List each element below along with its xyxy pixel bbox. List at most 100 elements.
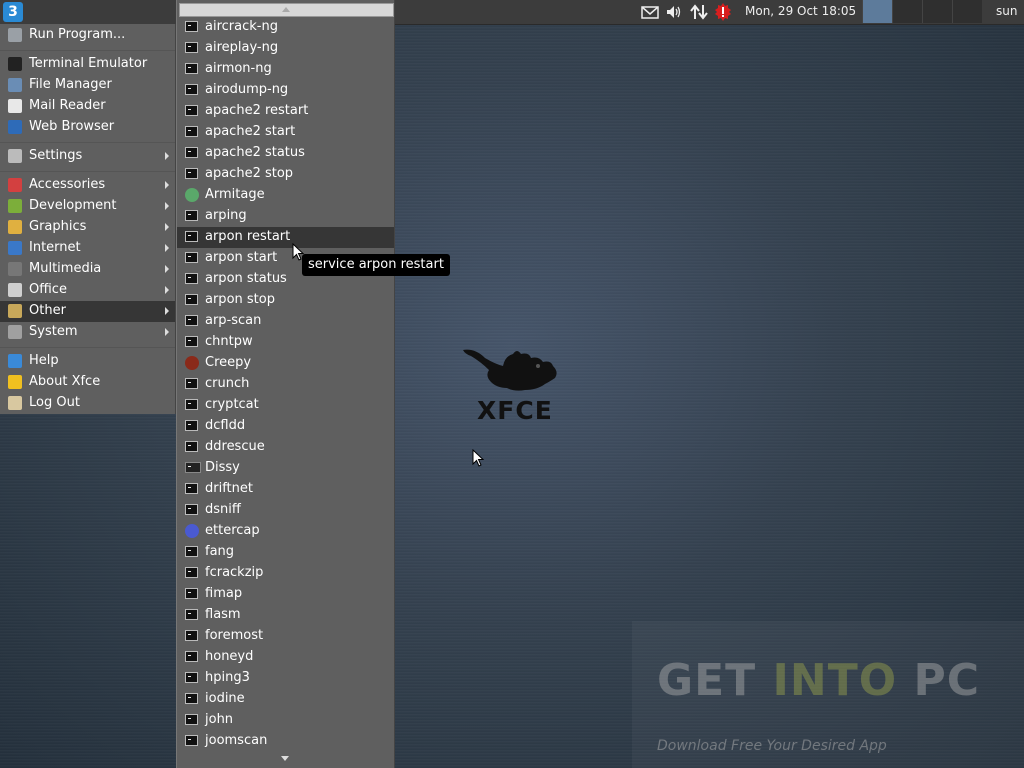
terminal-app-icon	[185, 336, 198, 347]
terminal-app-icon	[185, 231, 198, 242]
menu-item-label: Log Out	[29, 395, 80, 410]
menu-item-development[interactable]: Development	[0, 196, 175, 217]
submenu-item-driftnet[interactable]: driftnet	[177, 479, 394, 500]
submenu-item-fimap[interactable]: fimap	[177, 584, 394, 605]
submenu-item-arpon-stop[interactable]: arpon stop	[177, 290, 394, 311]
submenu-item-hping3[interactable]: hping3	[177, 668, 394, 689]
logout-icon	[8, 396, 22, 410]
submenu-item-dcfldd[interactable]: dcfldd	[177, 416, 394, 437]
menu-item-system[interactable]: System	[0, 322, 175, 343]
menu-item-mail-reader[interactable]: Mail Reader	[0, 96, 175, 117]
menu-item-file-manager[interactable]: File Manager	[0, 75, 175, 96]
web-browser-icon	[8, 120, 22, 134]
menu-separator	[0, 347, 175, 348]
mail-icon[interactable]	[641, 3, 659, 21]
submenu-item-aireplay-ng[interactable]: aireplay-ng	[177, 38, 394, 59]
panel-clock[interactable]: Mon, 29 Oct 18:05	[745, 4, 856, 18]
menu-item-multimedia[interactable]: Multimedia	[0, 259, 175, 280]
submenu-arrow-icon	[165, 152, 169, 160]
submenu-scroll-down-button[interactable]	[179, 752, 392, 764]
graphics-icon	[8, 220, 22, 234]
submenu-item-apache2-stop[interactable]: apache2 stop	[177, 164, 394, 185]
submenu-item-aircrack-ng[interactable]: aircrack-ng	[177, 17, 394, 38]
submenu-item-joomscan[interactable]: joomscan	[177, 731, 394, 752]
menu-item-accessories[interactable]: Accessories	[0, 175, 175, 196]
submenu-item-foremost[interactable]: foremost	[177, 626, 394, 647]
submenu-item-label: apache2 status	[205, 145, 305, 160]
submenu-item-dissy[interactable]: Dissy	[177, 458, 394, 479]
submenu-item-label: crunch	[205, 376, 250, 391]
submenu-item-airodump-ng[interactable]: airodump-ng	[177, 80, 394, 101]
xfce-logo-icon: 3	[8, 4, 18, 20]
submenu-item-arping[interactable]: arping	[177, 206, 394, 227]
submenu-item-honeyd[interactable]: honeyd	[177, 647, 394, 668]
submenu-item-label: Armitage	[205, 187, 265, 202]
internet-icon	[8, 241, 22, 255]
terminal-app-icon	[185, 315, 198, 326]
menu-item-help[interactable]: Help	[0, 351, 175, 372]
scroll-up-arrow-icon	[282, 7, 290, 12]
update-notifier-icon[interactable]	[714, 3, 732, 21]
submenu-item-fang[interactable]: fang	[177, 542, 394, 563]
workspace-4-button[interactable]	[952, 0, 982, 23]
menu-item-other[interactable]: Other	[0, 301, 175, 322]
submenu-item-creepy[interactable]: Creepy	[177, 353, 394, 374]
submenu-item-arpon-restart[interactable]: arpon restart	[177, 227, 394, 248]
submenu-item-apache2-start[interactable]: apache2 start	[177, 122, 394, 143]
multimedia-icon	[8, 262, 22, 276]
menu-item-about-xfce[interactable]: About Xfce	[0, 372, 175, 393]
panel-user-name[interactable]: sun	[996, 4, 1017, 18]
workspace-2-button[interactable]	[892, 0, 922, 23]
terminal-app-icon	[185, 588, 198, 599]
menu-item-label: Settings	[29, 148, 83, 163]
workspace-3-button[interactable]	[922, 0, 952, 23]
terminal-app-icon	[185, 546, 198, 557]
menu-item-internet[interactable]: Internet	[0, 238, 175, 259]
submenu-item-label: hping3	[205, 670, 250, 685]
submenu-arrow-icon	[165, 202, 169, 210]
watermark-pc: PC	[913, 655, 981, 706]
menu-item-label: File Manager	[29, 77, 112, 92]
network-icon[interactable]	[690, 3, 708, 21]
volume-icon[interactable]	[665, 3, 683, 21]
submenu-item-ettercap[interactable]: ettercap	[177, 521, 394, 542]
help-icon	[8, 354, 22, 368]
submenu-item-cryptcat[interactable]: cryptcat	[177, 395, 394, 416]
menu-item-label: Graphics	[29, 219, 87, 234]
accessories-icon	[8, 178, 22, 192]
submenu-item-fcrackzip[interactable]: fcrackzip	[177, 563, 394, 584]
watermark-subtitle: Download Free Your Desired App	[657, 738, 887, 754]
menu-item-label: Help	[29, 353, 59, 368]
terminal-app-icon	[185, 63, 198, 74]
submenu-item-flasm[interactable]: flasm	[177, 605, 394, 626]
submenu-item-iodine[interactable]: iodine	[177, 689, 394, 710]
menu-item-log-out[interactable]: Log Out	[0, 393, 175, 414]
submenu-item-label: airodump-ng	[205, 82, 289, 97]
menu-item-office[interactable]: Office	[0, 280, 175, 301]
terminal-app-icon	[185, 630, 198, 641]
workspace-1-button[interactable]	[862, 0, 892, 23]
menu-item-run-program[interactable]: Run Program...	[0, 25, 175, 46]
submenu-item-john[interactable]: john	[177, 710, 394, 731]
terminal-app-icon	[185, 735, 198, 746]
submenu-item-chntpw[interactable]: chntpw	[177, 332, 394, 353]
submenu-item-arp-scan[interactable]: arp-scan	[177, 311, 394, 332]
submenu-item-apache2-status[interactable]: apache2 status	[177, 143, 394, 164]
menu-item-web-browser[interactable]: Web Browser	[0, 117, 175, 138]
submenu-item-apache2-restart[interactable]: apache2 restart	[177, 101, 394, 122]
submenu-item-armitage[interactable]: Armitage	[177, 185, 394, 206]
applications-menu-button[interactable]: 3	[3, 2, 23, 22]
about-icon	[8, 375, 22, 389]
submenu-item-ddrescue[interactable]: ddrescue	[177, 437, 394, 458]
submenu-item-crunch[interactable]: crunch	[177, 374, 394, 395]
menu-item-graphics[interactable]: Graphics	[0, 217, 175, 238]
scroll-down-arrow-icon	[281, 756, 289, 761]
submenu-item-label: dcfldd	[205, 418, 246, 433]
menu-item-terminal-emulator[interactable]: Terminal Emulator	[0, 54, 175, 75]
submenu-item-dsniff[interactable]: dsniff	[177, 500, 394, 521]
submenu-item-airmon-ng[interactable]: airmon-ng	[177, 59, 394, 80]
submenu-item-label: joomscan	[205, 733, 268, 748]
submenu-scroll-up-button[interactable]	[179, 3, 394, 17]
submenu-arrow-icon	[165, 223, 169, 231]
menu-item-settings[interactable]: Settings	[0, 146, 175, 167]
